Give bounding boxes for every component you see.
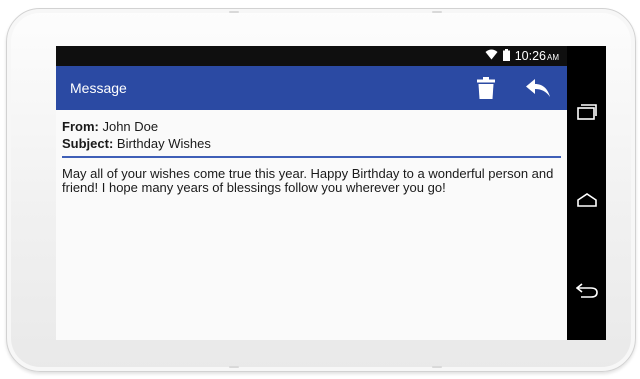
- back-button[interactable]: [567, 270, 606, 310]
- message-header: From: John Doe Subject: Birthday Wishes: [56, 110, 567, 152]
- back-icon: [575, 283, 598, 298]
- delete-button[interactable]: [471, 73, 501, 103]
- trash-icon: [477, 77, 495, 99]
- clock-ampm: AM: [547, 53, 559, 62]
- wifi-icon: [485, 49, 498, 63]
- battery-icon: [502, 48, 510, 64]
- status-bar: 10:26AM: [56, 46, 567, 66]
- home-button[interactable]: [567, 180, 606, 220]
- home-icon: [576, 193, 597, 207]
- device-screen: 10:26AM Message From: John Doe Subject:: [56, 46, 567, 340]
- navigation-bar: [567, 46, 606, 340]
- bezel-mark: [229, 11, 239, 13]
- clock-time: 10:26: [514, 49, 546, 63]
- from-label: From:: [62, 119, 99, 134]
- from-line: From: John Doe: [62, 118, 561, 135]
- bezel-mark: [432, 11, 442, 13]
- app-bar: Message: [56, 66, 567, 110]
- subject-line: Subject: Birthday Wishes: [62, 135, 561, 152]
- page-title: Message: [70, 80, 127, 96]
- reply-icon: [526, 79, 550, 97]
- bezel-mark: [432, 366, 442, 368]
- reply-button[interactable]: [523, 73, 553, 103]
- status-time: 10:26AM: [515, 49, 559, 63]
- bezel-mark: [229, 366, 239, 368]
- message-view: From: John Doe Subject: Birthday Wishes …: [56, 110, 567, 195]
- recent-apps-icon: [576, 104, 597, 120]
- recent-apps-button[interactable]: [567, 92, 606, 132]
- subject-label: Subject:: [62, 136, 114, 151]
- from-value: John Doe: [102, 119, 159, 134]
- subject-value: Birthday Wishes: [116, 136, 211, 151]
- message-body: May all of your wishes come true this ye…: [62, 166, 554, 195]
